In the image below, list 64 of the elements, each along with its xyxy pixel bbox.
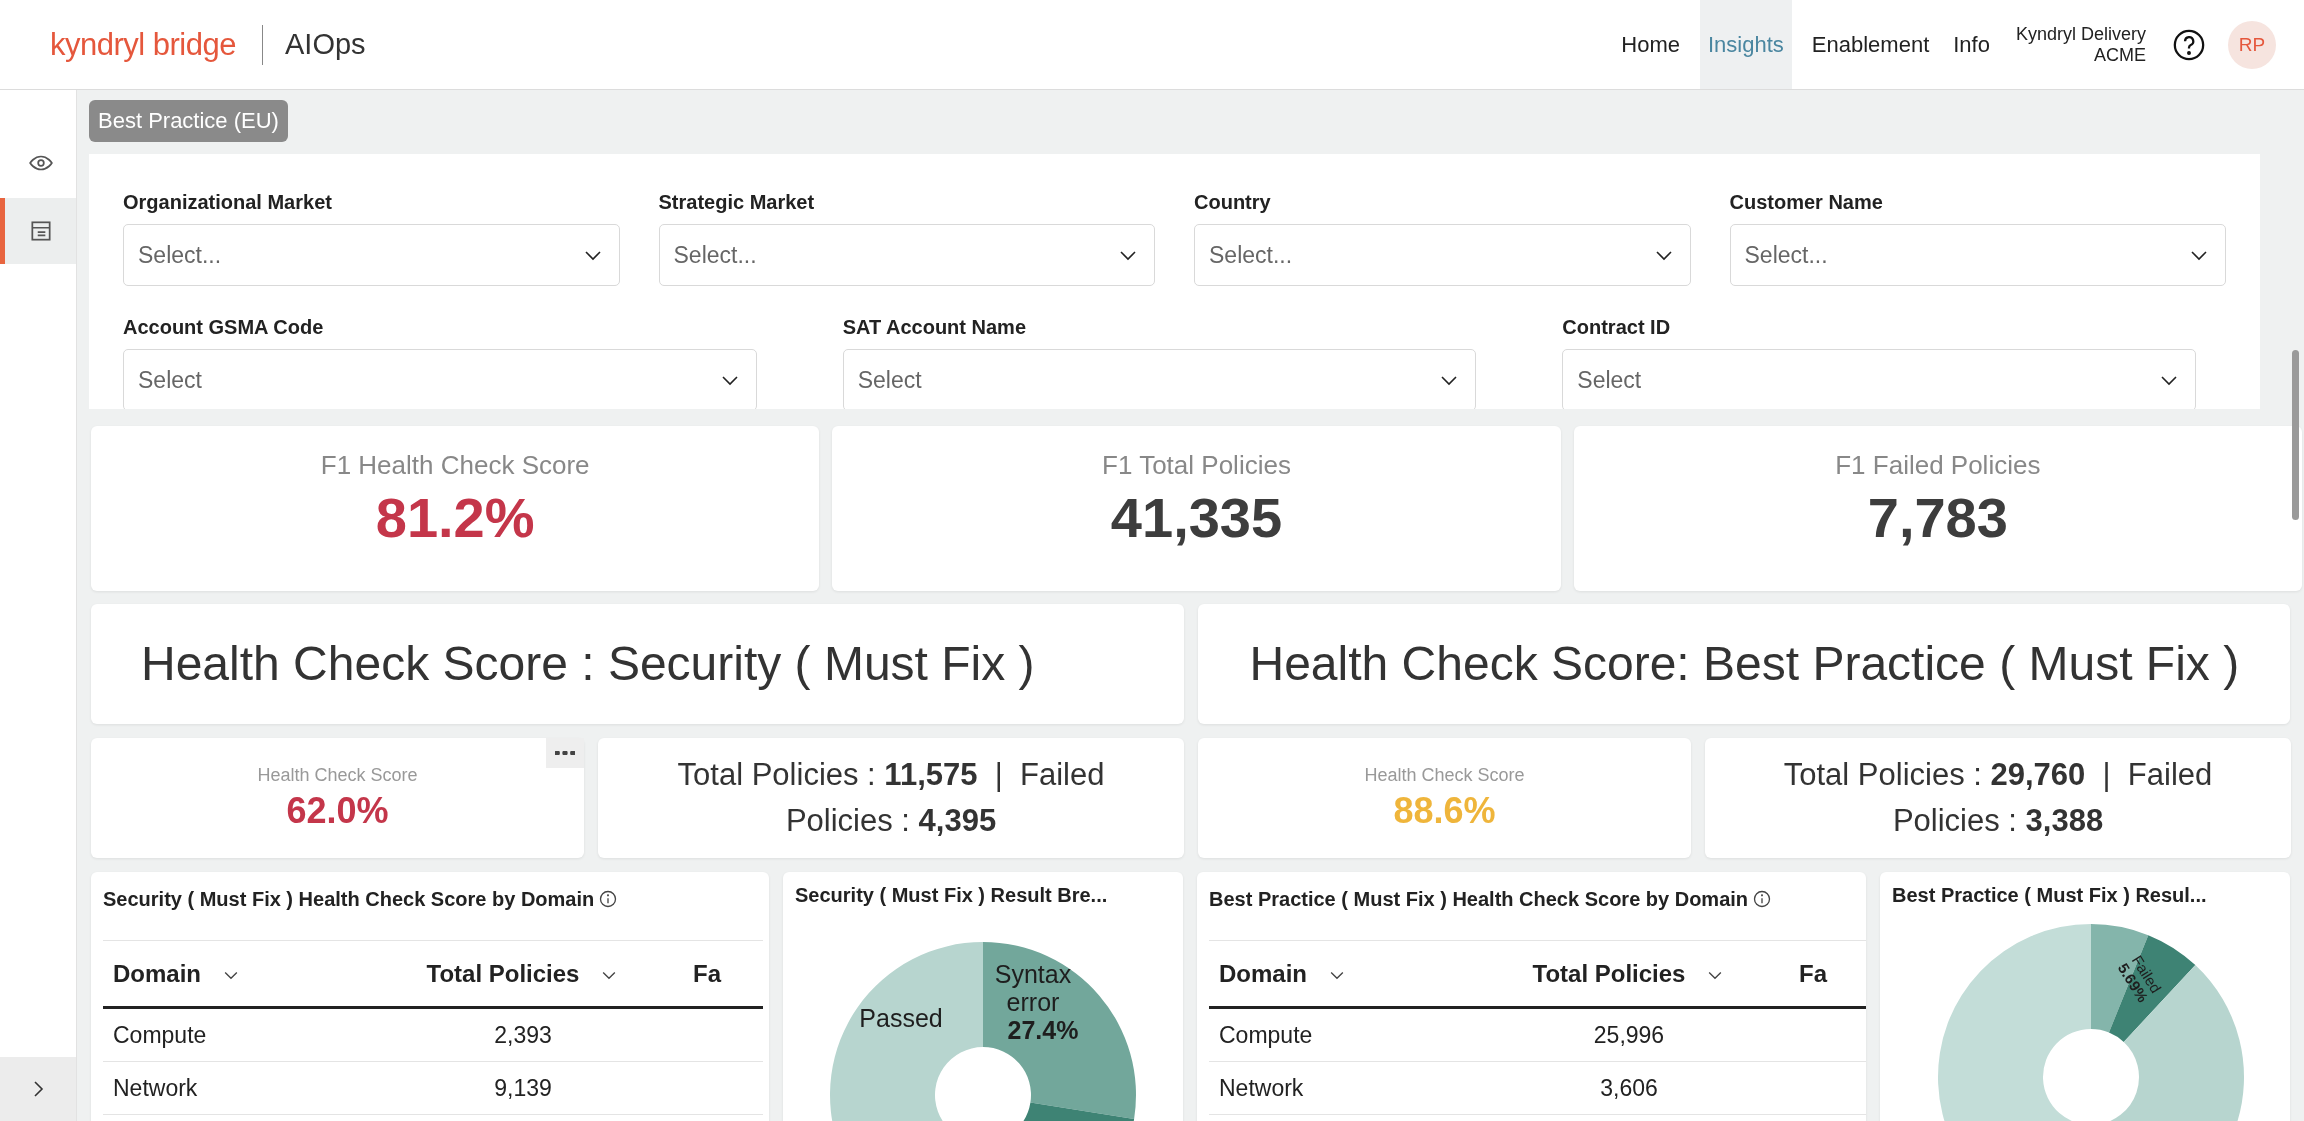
column-header[interactable]: Domain (1209, 940, 1469, 1008)
sidebar-item[interactable] (0, 198, 76, 264)
nav-tab[interactable]: Info (1941, 0, 2002, 89)
filter-label: Country (1194, 191, 1272, 214)
table-cell: 9,139 (363, 1061, 683, 1115)
score-value: 62.0% (286, 789, 389, 832)
panel-title: Security ( Must Fix ) Result Bre... (795, 884, 1109, 907)
help-icon[interactable] (2172, 27, 2206, 62)
kpi-label: F1 Failed Policies (1835, 450, 2041, 481)
view-tag: Best Practice (EU) (89, 100, 288, 142)
kpi-value: 81.2% (375, 485, 535, 550)
scrollbar-thumb[interactable] (2292, 350, 2299, 520)
column-header[interactable]: Total Policies (363, 940, 683, 1008)
table-cell: Network (1209, 1061, 1469, 1115)
select-dropdown[interactable]: Select... (658, 224, 1155, 286)
column-header[interactable]: Fa (683, 940, 763, 1008)
section-title: Health Check Score: Best Practice ( Must Fix ) (1249, 636, 2240, 692)
nav-tab[interactable]: Insights (1700, 0, 1792, 89)
select-dropdown[interactable]: Select... (1729, 224, 2226, 286)
select-dropdown[interactable]: Select... (1194, 224, 1691, 286)
account-name: ACME (2094, 44, 2146, 66)
select-dropdown[interactable]: Select... (123, 224, 620, 286)
column-header[interactable]: Total Policies (1469, 940, 1789, 1008)
column-header[interactable]: Domain (103, 940, 363, 1008)
table-cell: Compute (103, 1007, 363, 1062)
table-cell: Network (103, 1061, 363, 1115)
select-dropdown[interactable]: Select (123, 349, 757, 409)
filter-label: SAT Account Name (842, 316, 1027, 339)
filter-label: Strategic Market (658, 191, 816, 214)
filter-label: Contract ID (1562, 316, 1672, 339)
kpi-label: F1 Total Policies (1102, 450, 1291, 481)
account-org: Kyndryl Delivery (2015, 23, 2146, 45)
table-cell: 3,606 (1469, 1061, 1789, 1115)
product-name: AIOps (285, 28, 366, 61)
score-label: Health Check Score (1364, 764, 1525, 786)
filter-label: Account GSMA Code (123, 316, 325, 339)
totals-text: Total Policies : 29,760 | Failed Policies : 3,388 (1782, 756, 2214, 840)
filter-label: Customer Name (1729, 191, 1884, 214)
column-header[interactable]: Fa (1789, 940, 1866, 1008)
kpi-value: 41,335 (1110, 485, 1283, 550)
select-dropdown[interactable]: Select (842, 349, 1477, 409)
score-label: Health Check Score (257, 764, 418, 786)
table-cell: 25,996 (1469, 1007, 1789, 1062)
totals-text: Total Policies : 11,575 | Failed Policies : 4,395 (676, 756, 1106, 840)
slice-label: Syntax error 27.4% (994, 960, 1079, 1044)
section-title: Health Check Score : Security ( Must Fix ) (141, 636, 1035, 692)
kpi-value: 7,783 (1867, 485, 2008, 550)
ellipsis-icon (555, 751, 575, 755)
nav-tab[interactable]: Enablement (1799, 0, 1942, 89)
brand-logo: kyndryl bridge (50, 26, 236, 63)
slice-label: Passed (859, 1004, 943, 1032)
select-dropdown[interactable]: Select (1562, 349, 2196, 409)
info-icon (1752, 889, 1773, 909)
panel-title: Best Practice ( Must Fix ) Resul... (1892, 884, 2208, 907)
score-value: 88.6% (1393, 789, 1496, 832)
kpi-label: F1 Health Check Score (320, 450, 590, 481)
nav-tab[interactable]: Home (1609, 0, 1692, 89)
overflow-menu-button[interactable] (546, 738, 584, 768)
table-cell: 2,393 (363, 1007, 683, 1062)
panel-title: Best Practice ( Must Fix ) Health Check Score by Domain (1209, 887, 1749, 911)
table-cell: Compute (1209, 1007, 1469, 1062)
panel-title: Security ( Must Fix ) Health Check Score by Domain (103, 887, 595, 911)
info-icon (598, 889, 619, 909)
filter-label: Organizational Market (123, 191, 333, 214)
